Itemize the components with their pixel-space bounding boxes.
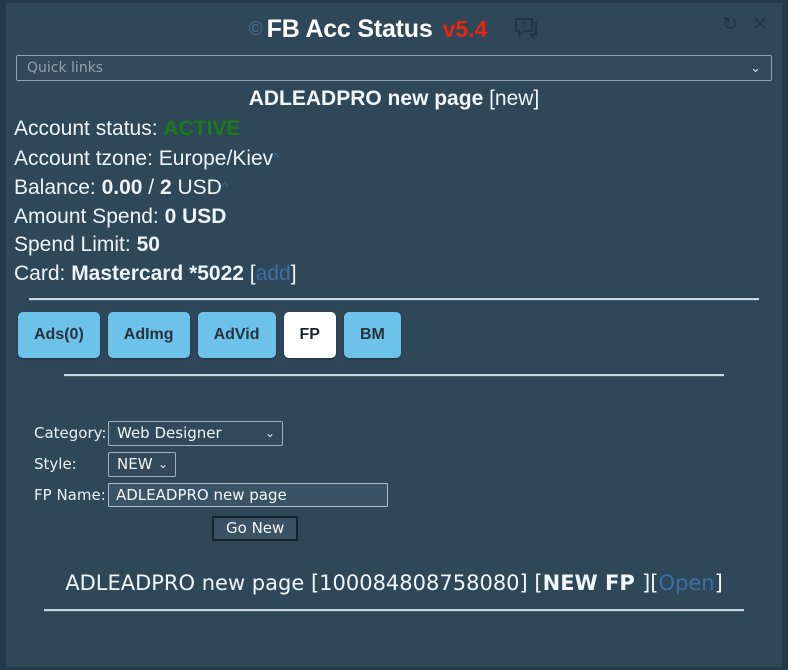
result-line: ADLEADPRO new page [100084808758080] [NE…: [6, 571, 782, 595]
balance-line: Balance: 0.00 / 2 USD^: [14, 173, 782, 203]
spend-limit-value: 50: [136, 233, 160, 256]
tab-bar: Ads(0) AdImg AdVid FP BM: [6, 300, 782, 358]
caret-up-icon[interactable]: ^: [273, 150, 279, 165]
account-info: Account status: ACTIVE Account tzone: Eu…: [6, 111, 782, 288]
balance-limit: 2: [159, 176, 172, 199]
fpname-row: FP Name: ADLEADPRO new page: [34, 480, 782, 510]
submit-row: Go New: [34, 516, 782, 541]
result-tail: ]: [714, 571, 723, 595]
balance-separator: /: [142, 176, 160, 199]
category-select[interactable]: Web Designer ⌄: [108, 420, 283, 446]
result-name: ADLEADPRO new page: [65, 571, 311, 595]
amount-spend-value: 0 USD: [164, 204, 227, 228]
tab-advid[interactable]: AdVid: [197, 312, 276, 358]
category-label: Category:: [34, 424, 107, 442]
quick-links-placeholder: Quick links: [27, 60, 104, 76]
page-title-main: ADLEADPRO new page: [248, 87, 484, 110]
account-status-value: ACTIVE: [163, 117, 241, 140]
balance-label: Balance:: [14, 176, 102, 199]
fp-form: Category: Web Designer ⌄ Style: NEW ⌄ FP…: [6, 376, 782, 541]
account-status-label: Account status:: [14, 117, 164, 140]
result-badge: NEW FP: [542, 571, 643, 595]
card-add-link[interactable]: add: [256, 262, 291, 285]
amount-spend-label: Amount Spend:: [14, 204, 165, 228]
refresh-icon[interactable]: ↻: [722, 15, 738, 34]
chevron-down-icon: ⌄: [157, 457, 168, 471]
tab-adimg[interactable]: AdImg: [107, 312, 190, 358]
fb-acc-status-window: © FB Acc Status v5.4 ? ↻ ✕ Quick links ⌄…: [0, 0, 788, 670]
chevron-down-icon: ⌄: [750, 60, 761, 75]
window-controls: ↻ ✕: [722, 15, 768, 34]
chevron-down-icon: ⌄: [264, 426, 275, 440]
page-title-tag: [new]: [483, 87, 540, 110]
account-status-line: Account status: ACTIVE: [14, 115, 782, 144]
balance-currency: USD: [171, 176, 222, 199]
divider-bottom: [44, 609, 744, 611]
card-bracket-close: ]: [290, 261, 297, 285]
app-version: v5.4: [442, 15, 488, 42]
category-value: Web Designer: [117, 424, 222, 442]
amount-spend-line: Amount Spend: 0 USD: [14, 203, 782, 232]
tab-ads[interactable]: Ads(0): [18, 312, 100, 358]
quick-links-select[interactable]: Quick links ⌄: [16, 55, 772, 81]
style-label: Style:: [34, 455, 77, 473]
card-bracket-open: [: [243, 261, 256, 285]
result-id: [100084808758080]: [310, 571, 535, 595]
quick-links-row: Quick links ⌄: [6, 55, 782, 81]
account-tzone-line: Account tzone: Europe/Kiev^: [14, 144, 782, 174]
spend-limit-label: Spend Limit:: [14, 233, 137, 256]
card-value: Mastercard *5022: [71, 261, 244, 285]
result-bracket-close: ][: [642, 571, 659, 595]
result-bracket-open: [: [534, 571, 543, 595]
category-row: Category: Web Designer ⌄: [34, 418, 782, 448]
go-new-button[interactable]: Go New: [212, 516, 299, 541]
card-label: Card:: [14, 261, 72, 285]
account-tzone-value: Europe/Kiev: [158, 146, 274, 170]
help-speech-bubble-icon[interactable]: ?: [513, 16, 539, 42]
tab-fp[interactable]: FP: [283, 312, 336, 358]
close-icon[interactable]: ✕: [752, 15, 768, 34]
title-bar: © FB Acc Status v5.4 ? ↻ ✕: [6, 3, 782, 55]
result-open-link[interactable]: Open: [658, 571, 714, 595]
fpname-input[interactable]: ADLEADPRO new page: [108, 483, 388, 507]
app-title: FB Acc Status: [266, 14, 433, 43]
style-row: Style: NEW ⌄: [34, 449, 782, 479]
fpname-label: FP Name:: [34, 486, 106, 504]
tab-bm[interactable]: BM: [343, 312, 401, 358]
balance-value: 0.00: [101, 176, 143, 199]
fpname-value: ADLEADPRO new page: [116, 486, 287, 504]
title-group: © FB Acc Status v5.4 ?: [249, 15, 540, 44]
style-select[interactable]: NEW ⌄: [108, 451, 176, 477]
account-tzone-label: Account tzone:: [14, 146, 159, 170]
spend-limit-line: Spend Limit: 50: [14, 231, 782, 260]
svg-text:?: ?: [522, 21, 528, 32]
card-line: Card: Mastercard *5022 [add]: [14, 260, 782, 289]
copyright-icon: ©: [248, 18, 263, 40]
caret-up-icon[interactable]: ^: [222, 179, 228, 194]
page-title: ADLEADPRO new page [new]: [6, 87, 782, 111]
